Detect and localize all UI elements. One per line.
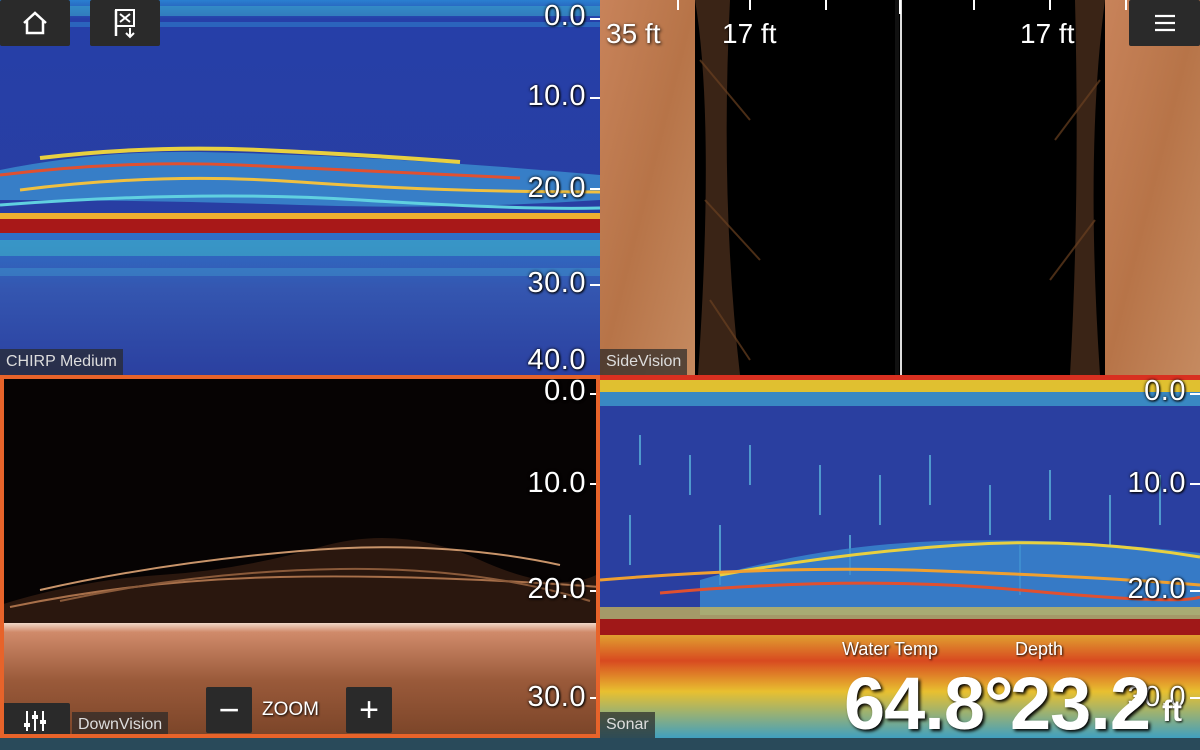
range-label-left: 17 ft [722, 18, 777, 49]
zoom-label: ZOOM [262, 699, 319, 720]
depth-value: 23.2 [1010, 662, 1151, 739]
home-icon [23, 11, 47, 35]
depth-scale-label: 0.0 [1144, 375, 1186, 407]
depth-tick [590, 188, 600, 190]
sliders-icon [24, 710, 46, 731]
depth-scale-label: 40.0 [527, 344, 586, 375]
chirp-sonar-image [0, 0, 600, 375]
depth-tick [590, 284, 600, 286]
depth-scale-label: 0.0 [544, 375, 586, 407]
sidevision-image [600, 0, 1200, 375]
pane-label-sidevision: SideVision [600, 349, 688, 375]
waypoint-button[interactable] [90, 0, 160, 46]
depth-scale-label: 0.0 [544, 0, 586, 32]
depth-scale-label: 10.0 [527, 80, 586, 112]
settings-button[interactable] [0, 703, 70, 738]
pane-label-sonar: Sonar [600, 712, 655, 738]
depth-scale-label: 10.0 [1127, 467, 1186, 499]
downvision-pane[interactable]: 0.0 10.0 20.0 30.0 DownVision − ZOOM + [0, 375, 600, 738]
water-temp-label: Water Temp [842, 639, 939, 659]
depth-tick [1190, 393, 1200, 395]
depth-scale-label: 30.0 [527, 681, 586, 713]
minus-icon: − [218, 689, 240, 730]
bottom-bar [0, 738, 1200, 750]
depth-scale-label: 20.0 [527, 573, 586, 605]
depth-scale-label: 20.0 [1127, 573, 1186, 605]
depth-scale-label: 10.0 [527, 467, 586, 499]
depth-tick [1190, 483, 1200, 485]
range-label-right: 17 ft [1020, 18, 1075, 49]
pane-label-chirp: CHIRP Medium [0, 349, 123, 375]
menu-icon [1154, 14, 1175, 32]
depth-unit: ft [1162, 695, 1182, 728]
menu-button[interactable] [1129, 0, 1200, 46]
range-label-outer: 35 ft [606, 18, 661, 49]
sonar-pane[interactable]: 0.0 10.0 20.0 30.0 Sonar Water Temp Dept… [600, 375, 1200, 738]
chirp-pane[interactable]: 0.0 10.0 20.0 30.0 40.0 CHIRP Medium [0, 0, 600, 375]
waypoint-icon [114, 9, 135, 39]
depth-tick [590, 590, 600, 592]
depth-label: Depth [1015, 639, 1064, 659]
home-button[interactable] [0, 0, 70, 46]
depth-tick [1190, 697, 1200, 699]
depth-scale-label: 20.0 [527, 172, 586, 204]
zoom-in-button[interactable]: + [346, 687, 392, 733]
pane-label-downvision: DownVision [72, 712, 169, 738]
depth-tick [590, 18, 600, 20]
sidevision-pane[interactable]: 35 ft 17 ft 17 ft SideVision [600, 0, 1200, 375]
depth-scale-label: 30.0 [527, 267, 586, 299]
water-temp-value: 64.8° [844, 662, 1014, 739]
depth-tick [590, 483, 600, 485]
plus-icon: + [359, 691, 379, 729]
zoom-out-button[interactable]: − [206, 687, 252, 733]
downvision-image [0, 375, 600, 738]
depth-tick [1190, 590, 1200, 592]
depth-tick [590, 393, 600, 395]
depth-tick [590, 697, 600, 699]
depth-tick [590, 97, 600, 99]
